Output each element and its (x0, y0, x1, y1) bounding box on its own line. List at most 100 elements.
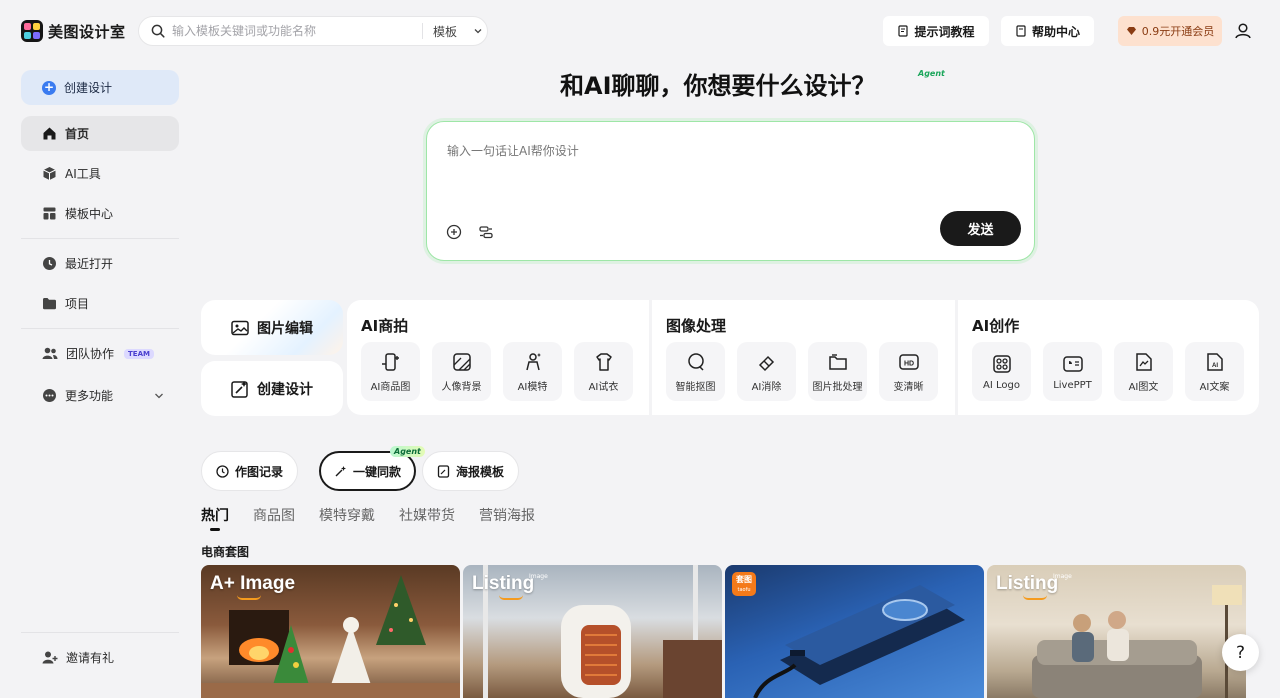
sidebar-item-recent[interactable]: 最近打开 (21, 246, 179, 281)
send-button[interactable]: 发送 (940, 211, 1021, 246)
tool-batch-process[interactable]: 图片批处理 (808, 342, 867, 401)
tab-hot[interactable]: 热门 (201, 505, 229, 531)
search-scope-select[interactable]: 模板 (433, 23, 483, 40)
template-card[interactable]: Listing Image (987, 565, 1246, 698)
amazon-smile-icon (1023, 595, 1047, 600)
tab-social-commerce[interactable]: 社媒带货 (399, 505, 455, 525)
image-icon (231, 320, 249, 335)
search-icon (151, 24, 165, 38)
invite-label: 邀请有礼 (66, 651, 115, 665)
more-icon (43, 389, 56, 402)
sidebar-item-projects[interactable]: 项目 (21, 286, 179, 321)
tool-ai-eraser[interactable]: AI消除 (737, 342, 796, 401)
card-sublabel: Image (529, 573, 548, 580)
sidebar-item-ai-tools[interactable]: AI工具 (21, 156, 179, 191)
invite-button[interactable]: 邀请有礼 (21, 640, 179, 675)
card-label: A+ Image (210, 573, 296, 594)
card-sublabel: Image (1053, 573, 1072, 580)
portrait-background-icon (452, 352, 471, 371)
add-attachment-icon[interactable] (446, 224, 462, 240)
create-design-label: 创建设计 (64, 81, 113, 95)
team-badge: TEAM (124, 348, 154, 359)
taofu-badge: 套图 taofu (732, 572, 756, 596)
badge-sublabel: taofu (737, 587, 751, 593)
user-icon[interactable] (1232, 20, 1254, 42)
one-click-same-button[interactable]: 一键同款 (319, 451, 416, 491)
tool-ai-logo[interactable]: AI Logo (972, 342, 1031, 401)
panel-ai-product-shoot: AI商拍 AI商品图 人像背景 AI模特 AI试衣 (347, 300, 649, 415)
tool-ai-try-on[interactable]: AI试衣 (574, 342, 633, 401)
ai-chat-box: 发送 (426, 121, 1035, 261)
create-design-shortcut[interactable]: 创建设计 (201, 361, 343, 416)
search-input[interactable] (172, 24, 422, 38)
tool-enhance-clarity[interactable]: HD 变清晰 (879, 342, 938, 401)
vip-button[interactable]: 0.9元开通会员 (1118, 16, 1222, 46)
panel-image-processing: 图像处理 智能抠图 AI消除 图片批处理 HD 变清晰 (652, 300, 955, 415)
copywriting-icon: AI (1206, 352, 1223, 371)
poster-template-label: 海报模板 (455, 464, 504, 479)
power-bank-product-image (753, 585, 965, 698)
tshirt-icon (595, 352, 612, 371)
badge-label: 套图 (736, 575, 752, 584)
tool-label: AI图文 (1128, 381, 1159, 393)
tool-portrait-background[interactable]: 人像背景 (432, 342, 491, 401)
settings-sliders-icon[interactable] (478, 224, 494, 240)
design-history-button[interactable]: 作图记录 (201, 451, 298, 491)
clock-icon (43, 257, 56, 270)
template-cards: A+ Image Listing Image 套图 taofu Listing … (201, 565, 1246, 698)
svg-text:HD: HD (903, 360, 913, 367)
tab-marketing-poster[interactable]: 营销海报 (479, 505, 535, 525)
batch-folder-icon (828, 353, 847, 370)
poster-template-button[interactable]: 海报模板 (422, 451, 519, 491)
tab-model-wear[interactable]: 模特穿戴 (319, 505, 375, 525)
prompt-tutorial-button[interactable]: 提示词教程 (883, 16, 989, 46)
sidebar-item-label: 更多功能 (65, 389, 114, 403)
help-button[interactable]: ? (1222, 634, 1259, 671)
tool-ai-model[interactable]: AI模特 (503, 342, 562, 401)
tool-smart-cutout[interactable]: 智能抠图 (666, 342, 725, 401)
ai-prompt-input[interactable] (447, 142, 1007, 202)
tool-label: 图片批处理 (812, 381, 863, 393)
help-center-button[interactable]: 帮助中心 (1001, 16, 1094, 46)
product-image-icon (381, 352, 399, 371)
plus-icon: + (42, 79, 56, 95)
image-edit-label: 图片编辑 (257, 320, 313, 337)
tool-liveppt[interactable]: LivePPT (1043, 342, 1102, 401)
template-card[interactable]: Listing Image (463, 565, 722, 698)
sidebar-item-label: AI工具 (65, 167, 101, 181)
cube-icon (43, 167, 56, 180)
sidebar-item-templates[interactable]: 模板中心 (21, 196, 179, 231)
card-label: Listing (996, 573, 1059, 594)
sidebar-item-label: 团队协作 (66, 347, 115, 361)
tool-ai-product-image[interactable]: AI商品图 (361, 342, 420, 401)
svg-text:AI: AI (1212, 363, 1218, 369)
tool-ai-copywriting[interactable]: AI AI文案 (1185, 342, 1244, 401)
search-bar[interactable]: 模板 (138, 16, 488, 46)
card-label: Listing (472, 573, 535, 594)
image-edit-button[interactable]: 图片编辑 (201, 300, 343, 355)
template-card[interactable]: A+ Image (201, 565, 460, 698)
app-logo[interactable]: 美图设计室 (21, 20, 126, 42)
tool-label: 智能抠图 (675, 381, 716, 393)
sidebar-divider (21, 632, 179, 633)
hd-icon: HD (898, 353, 919, 370)
create-design-button[interactable]: + 创建设计 (21, 70, 179, 105)
sidebar-divider (21, 328, 179, 329)
sidebar-item-home[interactable]: 首页 (21, 116, 179, 151)
hero-title: 和AI聊聊，你想要什么设计？ (560, 72, 876, 100)
template-card[interactable]: 套图 taofu (725, 565, 984, 698)
tab-product-image[interactable]: 商品图 (253, 505, 295, 525)
sidebar: + 创建设计 首页 AI工具 模板中心 最近打开 项目 团队协作 TEAM 更多… (21, 70, 179, 413)
magic-wand-icon (335, 465, 346, 476)
tool-label: AI试衣 (588, 381, 619, 393)
tool-label: 变清晰 (893, 381, 924, 393)
design-history-label: 作图记录 (234, 464, 283, 479)
amazon-smile-icon (499, 595, 523, 600)
sidebar-item-team[interactable]: 团队协作 TEAM (21, 336, 179, 371)
panel-title: AI创作 (972, 317, 1020, 335)
sidebar-item-label: 首页 (65, 127, 90, 141)
sidebar-item-more[interactable]: 更多功能 (21, 378, 179, 413)
tool-ai-graphic[interactable]: AI图文 (1114, 342, 1173, 401)
magic-edit-icon (231, 380, 248, 398)
tool-label: AI商品图 (370, 381, 411, 393)
